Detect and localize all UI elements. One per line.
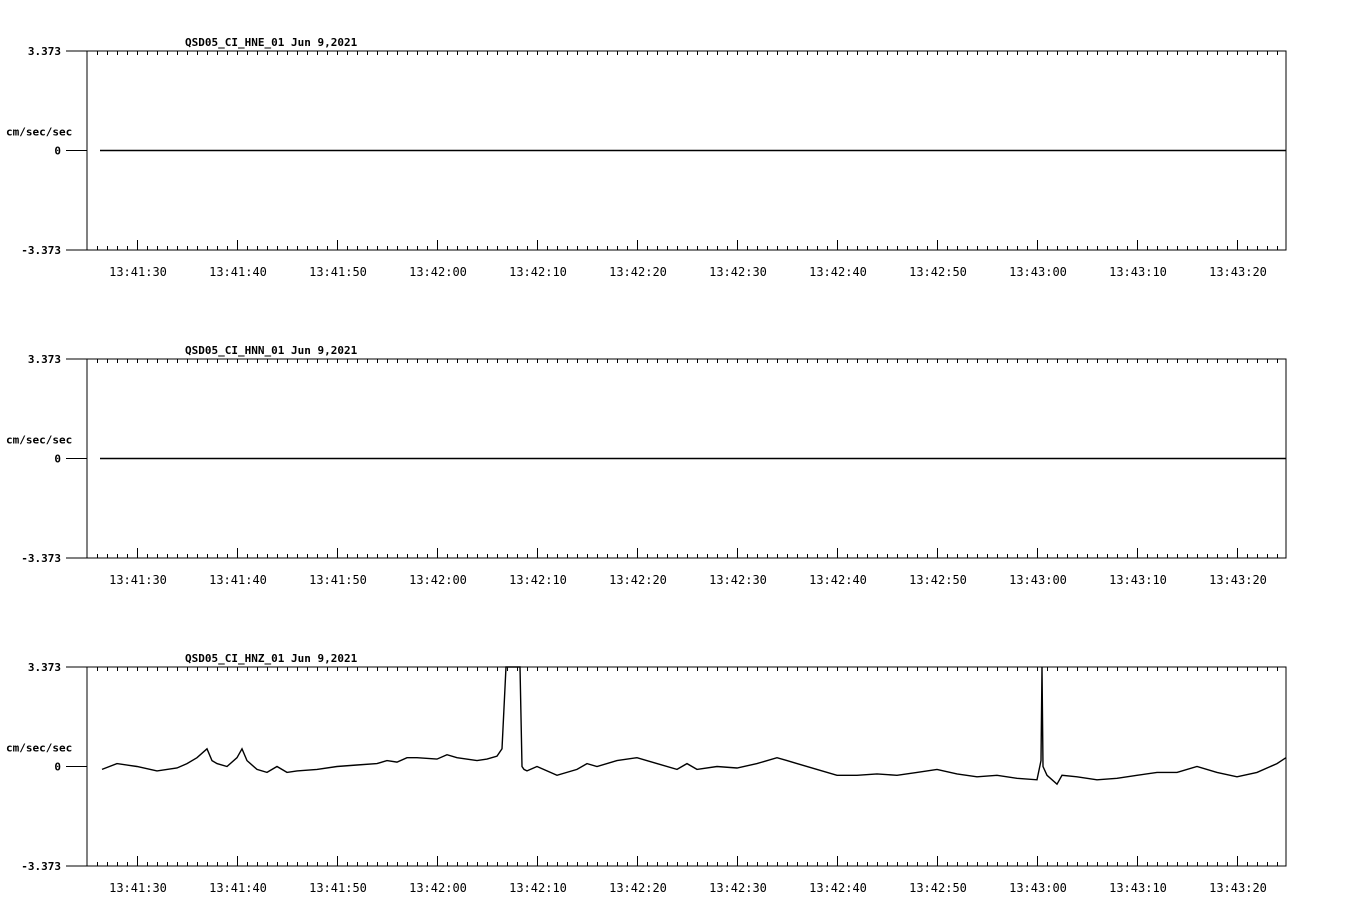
chart-title: QSD05_CI_HNZ_01 Jun 9,2021 — [185, 652, 358, 665]
x-tick-label: 13:41:30 — [109, 573, 167, 587]
x-ticks — [97, 667, 1278, 866]
x-tick-label: 13:42:10 — [509, 573, 567, 587]
y-axis-label: cm/sec/sec — [6, 434, 72, 447]
x-tick-label: 13:41:40 — [209, 573, 267, 587]
x-tick-label: 13:41:50 — [309, 573, 367, 587]
y-axis-label: cm/sec/sec — [6, 126, 72, 139]
x-tick-label: 13:43:10 — [1109, 573, 1167, 587]
x-tick-label: 13:41:30 — [109, 265, 167, 279]
y-tick-label: 0 — [54, 145, 61, 158]
y-axis-label: cm/sec/sec — [6, 742, 72, 755]
y-tick-label: 3.373 — [28, 353, 61, 366]
seismogram-figure: QSD05_CI_HNE_01 Jun 9,2021 cm/sec/sec 3.37… — [6, 36, 1287, 895]
x-tick-label: 13:41:50 — [309, 265, 367, 279]
x-tick-label: 13:42:20 — [609, 881, 667, 895]
x-tick-label: 13:42:40 — [809, 881, 867, 895]
x-tick-label: 13:43:00 — [1009, 265, 1067, 279]
x-tick-label: 13:43:20 — [1209, 573, 1267, 587]
chart-panel-1: QSD05_CI_HNE_01 Jun 9,2021 cm/sec/sec 3.37… — [6, 36, 1287, 279]
y-tick-label: -3.373 — [21, 552, 61, 565]
chart-panel-2: QSD05_CI_HNN_01 Jun 9,2021 cm/sec/sec 3.37… — [6, 344, 1287, 587]
x-tick-label: 13:43:00 — [1009, 881, 1067, 895]
x-tick-label: 13:43:10 — [1109, 881, 1167, 895]
x-tick-label: 13:42:50 — [909, 573, 967, 587]
x-tick-label: 13:42:30 — [709, 265, 767, 279]
x-tick-label: 13:42:50 — [909, 265, 967, 279]
x-tick-label: 13:41:40 — [209, 265, 267, 279]
y-tick-label: -3.373 — [21, 244, 61, 257]
x-tick-label: 13:42:00 — [409, 265, 467, 279]
trace-line — [101, 666, 1287, 786]
x-tick-label: 13:42:40 — [809, 265, 867, 279]
x-tick-label: 13:43:10 — [1109, 265, 1167, 279]
y-tick-label: 0 — [54, 761, 61, 774]
x-tick-label: 13:41:50 — [309, 881, 367, 895]
x-tick-label: 13:41:30 — [109, 881, 167, 895]
x-tick-label: 13:42:00 — [409, 573, 467, 587]
y-tick-label: 0 — [54, 453, 61, 466]
x-tick-label: 13:41:40 — [209, 881, 267, 895]
x-tick-label: 13:42:10 — [509, 881, 567, 895]
x-tick-label: 13:42:20 — [609, 265, 667, 279]
x-tick-label: 13:42:40 — [809, 573, 867, 587]
y-tick-label: 3.373 — [28, 45, 61, 58]
x-tick-label: 13:42:20 — [609, 573, 667, 587]
x-tick-label: 13:42:00 — [409, 881, 467, 895]
x-tick-label: 13:43:00 — [1009, 573, 1067, 587]
x-tick-label: 13:42:30 — [709, 573, 767, 587]
y-tick-label: -3.373 — [21, 860, 61, 873]
y-tick-label: 3.373 — [28, 661, 61, 674]
x-tick-label: 13:43:20 — [1209, 881, 1267, 895]
x-tick-label: 13:42:30 — [709, 881, 767, 895]
x-tick-label: 13:42:10 — [509, 265, 567, 279]
chart-panel-3: QSD05_CI_HNZ_01 Jun 9,2021 cm/sec/sec 3.37… — [6, 652, 1287, 895]
chart-title: QSD05_CI_HNE_01 Jun 9,2021 — [185, 36, 358, 49]
x-tick-label: 13:43:20 — [1209, 265, 1267, 279]
chart-title: QSD05_CI_HNN_01 Jun 9,2021 — [185, 344, 358, 357]
x-tick-label: 13:42:50 — [909, 881, 967, 895]
plot-frame — [86, 666, 1287, 867]
